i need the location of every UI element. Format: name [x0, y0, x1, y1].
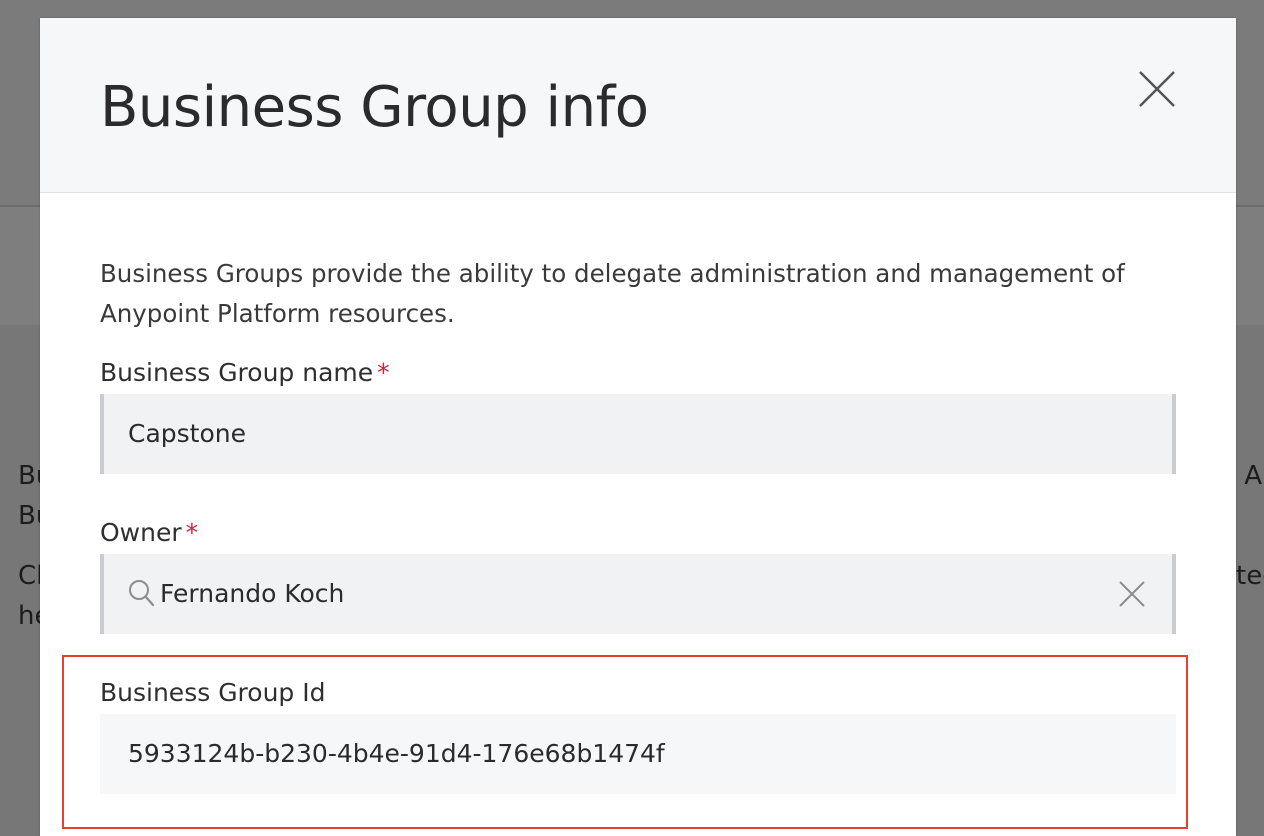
modal-title: Business Group info — [100, 75, 649, 140]
close-button[interactable] — [1136, 68, 1182, 114]
owner-search-input[interactable]: Fernando Koch — [100, 554, 1176, 634]
business-group-name-input[interactable]: Capstone — [100, 394, 1176, 474]
business-group-info-modal: Business Group info Business Groups prov… — [40, 18, 1236, 836]
background-text: ted — [1236, 561, 1264, 591]
business-group-name-label: Business Group name * — [100, 356, 390, 390]
required-marker: * — [377, 358, 390, 387]
field-label-text: Owner — [100, 518, 182, 547]
owner-value: Fernando Koch — [160, 579, 345, 608]
close-icon — [1139, 71, 1175, 107]
business-group-id-field[interactable]: 5933124b-b230-4b4e-91d4-176e68b1474f — [100, 714, 1176, 794]
background-text: A — [1236, 461, 1263, 491]
field-label-text: Business Group name — [100, 358, 374, 387]
business-group-name-value: Capstone — [128, 419, 246, 448]
owner-label: Owner * — [100, 516, 198, 550]
business-group-id-label: Business Group Id — [100, 678, 326, 707]
background-text: Bu — [18, 461, 40, 491]
business-group-id-value: 5933124b-b230-4b4e-91d4-176e68b1474f — [128, 739, 665, 768]
search-icon — [129, 580, 155, 607]
background-text: he — [18, 601, 40, 631]
modal-header: Business Group info — [40, 18, 1236, 193]
background-text: Cl — [18, 561, 40, 591]
modal-description: Business Groups provide the ability to d… — [100, 259, 1125, 328]
background-text: Bu — [18, 501, 40, 531]
close-icon[interactable] — [1116, 578, 1148, 610]
required-marker: * — [185, 518, 199, 547]
